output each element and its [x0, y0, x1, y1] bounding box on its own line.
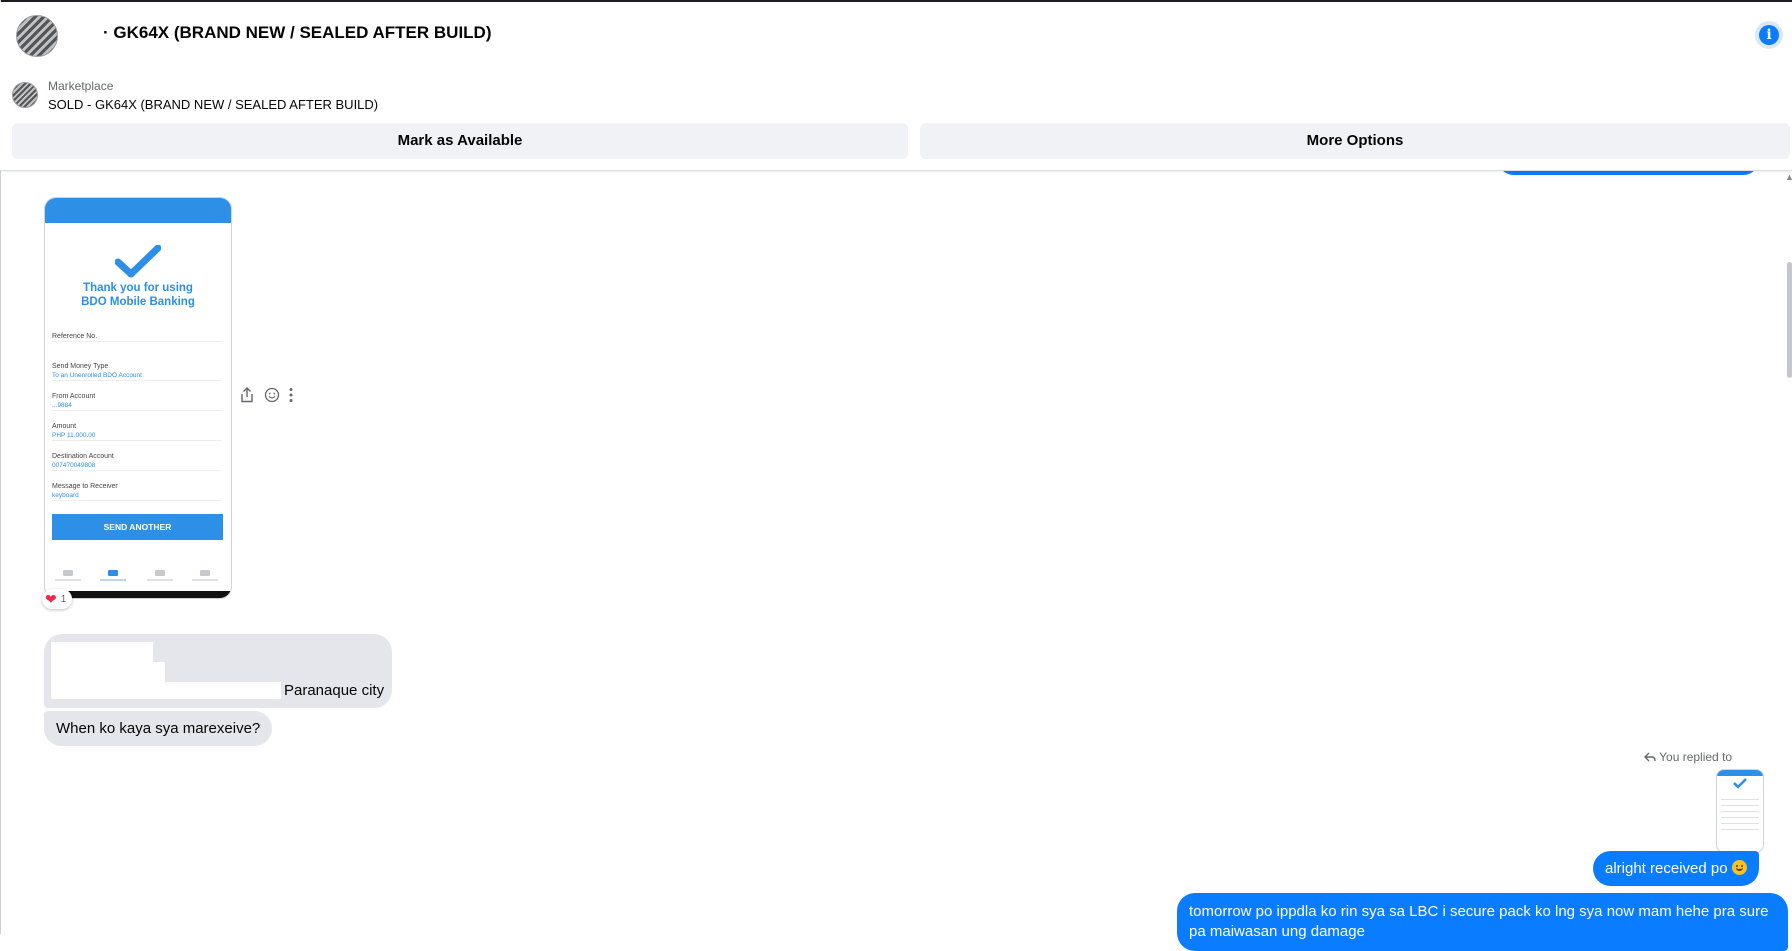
replied-to-text: You replied to: [1659, 750, 1733, 764]
receipt-field-label: Destination Account: [52, 453, 114, 460]
more-options-button[interactable]: More Options: [920, 123, 1790, 159]
incoming-message-when[interactable]: When ko kaya sya marexeive?: [44, 711, 273, 746]
thumb-line: [1721, 805, 1759, 806]
thumb-line: [1721, 823, 1759, 824]
receipt-send-another-button: SEND ANOTHER: [52, 514, 223, 540]
receipt-field-label: Message to Receiver: [52, 483, 118, 490]
thumb-top-bar: [1717, 770, 1763, 776]
receipt-field-from-account: From Account ...9884: [52, 392, 222, 411]
replied-image-thumbnail[interactable]: [1716, 769, 1764, 853]
thumb-line: [1721, 829, 1759, 830]
reaction-badge[interactable]: ❤ 1: [42, 589, 73, 609]
conversation-scrollbar[interactable]: [1787, 262, 1792, 378]
avatar[interactable]: [16, 15, 58, 57]
receipt-top-bar: [45, 198, 231, 223]
receipt-field-send-money-type: Send Money Type To an Unenrolled BDO Acc…: [52, 362, 222, 381]
info-button[interactable]: i: [1755, 21, 1783, 49]
redacted-block: [51, 682, 281, 699]
outgoing-message-alright[interactable]: alright received po: [1593, 851, 1759, 886]
receipt-field-label: From Account: [52, 393, 96, 400]
receipt-field-destination-account: Destination Account 007470049808: [52, 452, 222, 471]
receipt-bottom-bar: [45, 591, 231, 598]
message-actions: [240, 387, 300, 409]
receipt-field-value: ...9884: [52, 402, 72, 409]
redacted-block: [51, 662, 165, 682]
receipt-field-value: To an Unenrolled BDO Account: [52, 372, 142, 379]
receipt-image-attachment[interactable]: Thank you for using BDO Mobile Banking R…: [44, 197, 232, 599]
outgoing-message-tomorrow[interactable]: tomorrow po ippdla ko rin sya sa LBC i s…: [1177, 893, 1788, 951]
listing-thumbnail[interactable]: [12, 82, 38, 108]
thumb-line: [1721, 817, 1759, 818]
checkmark-icon: [1733, 778, 1747, 789]
pay-bills-icon: [155, 570, 165, 576]
info-icon: i: [1759, 25, 1779, 45]
thumb-line: [1721, 799, 1759, 800]
receipt-field-label: Send Money Type: [52, 363, 109, 370]
share-icon[interactable]: [240, 387, 258, 407]
receipt-field-reference: Reference No.: [52, 332, 222, 342]
conversation-title[interactable]: · GK64X (BRAND NEW / SEALED AFTER BUILD): [103, 23, 492, 43]
replied-to-label: You replied to: [1644, 750, 1732, 764]
more-dots-icon: [200, 570, 210, 576]
receipt-bottom-nav: [45, 566, 231, 586]
receipt-field-message: Message to Receiver keyboard: [52, 482, 222, 501]
receipt-field-value: keyboard: [52, 492, 79, 499]
marketplace-label: Marketplace: [48, 79, 114, 93]
mark-as-available-button[interactable]: Mark as Available: [12, 123, 908, 159]
receipt-field-label: Reference No.: [52, 333, 98, 340]
redacted-block: [51, 642, 153, 664]
nav-label-line: [147, 579, 173, 581]
listing-title[interactable]: SOLD - GK64X (BRAND NEW / SEALED AFTER B…: [48, 97, 378, 112]
reaction-count: 1: [60, 593, 67, 605]
alright-text: alright received po: [1605, 860, 1728, 877]
incoming-message-address[interactable]: Paranaque city: [44, 634, 392, 708]
checkmark-icon: [115, 245, 161, 278]
nav-label-line: [192, 579, 218, 581]
scroll-up-arrow-icon[interactable]: ▲: [1785, 172, 1792, 182]
receipt-field-value: 007470049808: [52, 462, 96, 469]
receipt-thanks-line1: Thank you for using: [83, 282, 193, 294]
smiley-react-icon[interactable]: [264, 387, 282, 407]
more-options-icon[interactable]: [288, 387, 306, 407]
thumb-line: [1721, 811, 1759, 812]
receipt-thanks-line2: BDO Mobile Banking: [81, 296, 195, 308]
nav-label-line: [100, 579, 126, 581]
receipt-thanks-text: Thank you for using BDO Mobile Banking: [45, 281, 231, 309]
receipt-field-amount: Amount PHP 11,000.00: [52, 422, 222, 441]
address-city-text: Paranaque city: [284, 682, 385, 699]
conversation-header: · GK64X (BRAND NEW / SEALED AFTER BUILD)…: [0, 2, 1792, 171]
send-icon: [108, 570, 118, 576]
reply-arrow-icon: [1644, 752, 1656, 762]
accounts-icon: [63, 570, 73, 576]
nav-label-line: [55, 579, 81, 581]
smiley-emoji-icon: [1731, 860, 1747, 875]
heart-icon: ❤: [45, 591, 57, 607]
receipt-field-value: PHP 11,000.00: [52, 432, 96, 439]
receipt-field-label: Amount: [52, 423, 77, 430]
